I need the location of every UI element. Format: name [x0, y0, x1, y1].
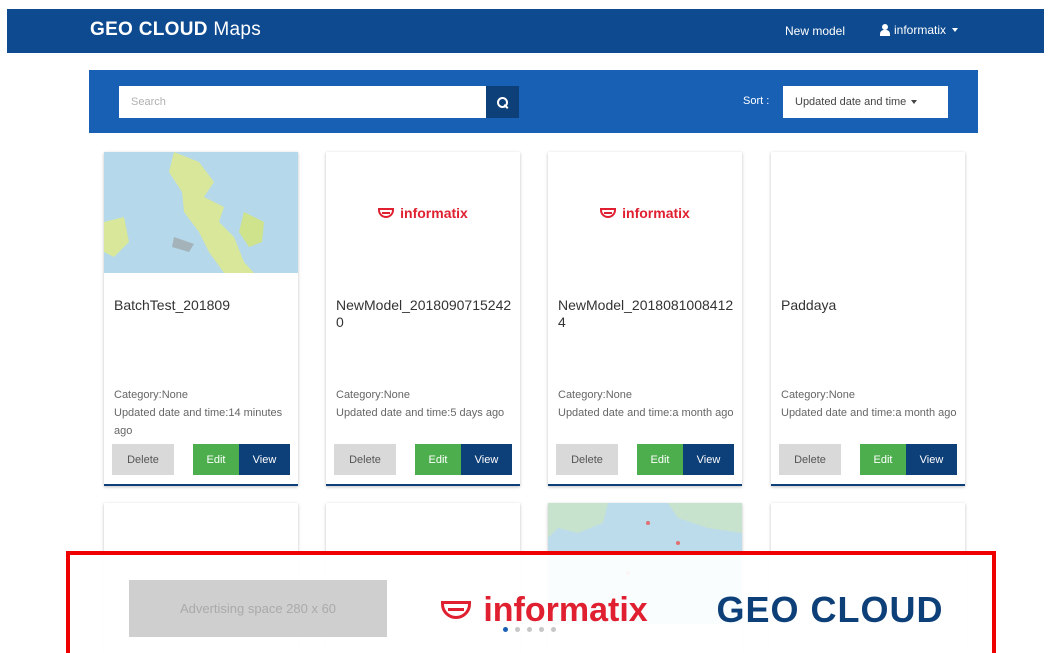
- delete-button[interactable]: Delete: [779, 444, 841, 475]
- card-category: Category:None: [558, 389, 632, 401]
- card-meta: Category:None Updated date and time:5 da…: [336, 386, 516, 422]
- card-title: Paddaya: [781, 297, 837, 313]
- edit-button[interactable]: Edit: [637, 444, 683, 475]
- view-button[interactable]: View: [461, 444, 512, 475]
- delete-button[interactable]: Delete: [334, 444, 396, 475]
- carousel-dot[interactable]: [503, 627, 508, 632]
- model-card: Paddaya Category:None Updated date and t…: [771, 152, 965, 486]
- user-name: informatix: [894, 23, 947, 37]
- carousel-dot[interactable]: [539, 627, 544, 632]
- informatix-logo-icon: [378, 207, 395, 218]
- delete-button[interactable]: Delete: [112, 444, 174, 475]
- card-title: BatchTest_201809: [114, 297, 230, 313]
- edit-button[interactable]: Edit: [860, 444, 906, 475]
- card-updated: Updated date and time:14 minutes ago: [114, 407, 283, 437]
- brand-maps-text: Maps: [213, 19, 262, 40]
- card-meta: Category:None Updated date and time:a mo…: [781, 386, 961, 422]
- thumbnail-logo-text: informatix: [622, 204, 690, 221]
- carousel-dot[interactable]: [527, 627, 532, 632]
- ad-placeholder[interactable]: Advertising space 280 x 60: [129, 580, 387, 637]
- informatix-ad-text: informatix: [483, 590, 648, 629]
- model-card: informatix NewModel_20180810084124 Categ…: [548, 152, 742, 486]
- map-illustration: [104, 152, 298, 273]
- top-navbar: GEO CLOUD Maps New model informatix: [7, 9, 1044, 53]
- card-updated: Updated date and time:a month ago: [558, 407, 734, 419]
- search-button[interactable]: [486, 86, 519, 118]
- brand-logo[interactable]: GEO CLOUD Maps: [90, 19, 261, 41]
- thumbnail-logo-text: informatix: [400, 204, 468, 221]
- informatix-logo-icon: [441, 601, 472, 619]
- view-button[interactable]: View: [239, 444, 290, 475]
- card-title: NewModel_20180907152420: [336, 297, 512, 330]
- model-card: BatchTest_201809 Category:None Updated d…: [104, 152, 298, 486]
- informatix-logo-icon: [600, 207, 617, 218]
- model-card: informatix NewModel_20180907152420 Categ…: [326, 152, 520, 486]
- empty-thumbnail[interactable]: [771, 152, 965, 273]
- sort-dropdown[interactable]: Updated date and time: [783, 86, 948, 118]
- search-input[interactable]: [119, 86, 486, 118]
- user-menu[interactable]: informatix: [880, 23, 959, 37]
- view-button[interactable]: View: [906, 444, 957, 475]
- delete-button[interactable]: Delete: [556, 444, 618, 475]
- user-icon: [880, 24, 890, 36]
- geocloud-ad[interactable]: GEO CLOUD: [700, 580, 960, 640]
- view-button[interactable]: View: [683, 444, 734, 475]
- informatix-thumbnail[interactable]: informatix: [326, 152, 520, 273]
- carousel-dots: [503, 627, 556, 632]
- card-category: Category:None: [781, 389, 855, 401]
- card-category: Category:None: [114, 389, 188, 401]
- card-title: NewModel_20180810084124: [558, 297, 734, 330]
- chevron-down-icon: [952, 28, 959, 32]
- card-category: Category:None: [336, 389, 410, 401]
- brand-geocloud-text: GEO CLOUD: [90, 19, 208, 40]
- sort-selected-value: Updated date and time: [795, 96, 907, 108]
- map-thumbnail[interactable]: [104, 152, 298, 273]
- ad-banner: Advertising space 280 x 60 informatix GE…: [66, 551, 996, 653]
- search-icon: [497, 96, 508, 108]
- card-meta: Category:None Updated date and time:14 m…: [114, 386, 294, 440]
- new-model-link[interactable]: New model: [785, 24, 845, 38]
- card-meta: Category:None Updated date and time:a mo…: [558, 386, 738, 422]
- carousel-dot[interactable]: [551, 627, 556, 632]
- chevron-down-icon: [911, 100, 918, 104]
- search-panel: Sort : Updated date and time: [89, 70, 978, 133]
- card-updated: Updated date and time:5 days ago: [336, 407, 505, 419]
- informatix-thumbnail[interactable]: informatix: [548, 152, 742, 273]
- card-updated: Updated date and time:a month ago: [781, 407, 957, 419]
- edit-button[interactable]: Edit: [193, 444, 239, 475]
- sort-label: Sort :: [743, 95, 770, 107]
- edit-button[interactable]: Edit: [415, 444, 461, 475]
- carousel-dot[interactable]: [515, 627, 520, 632]
